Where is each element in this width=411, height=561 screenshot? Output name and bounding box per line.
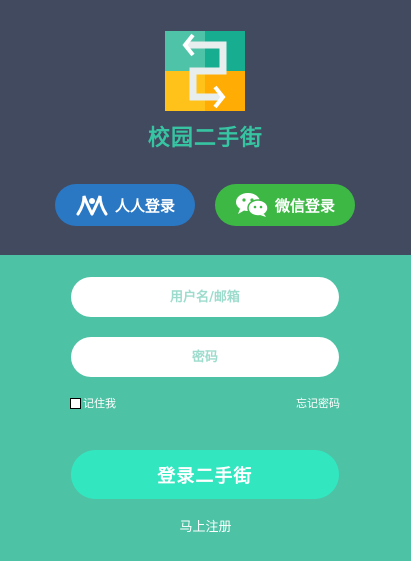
password-input[interactable]: [71, 337, 339, 377]
header-panel: 校园二手街 人人登录 微信登录: [0, 0, 411, 255]
renren-icon: [75, 194, 109, 216]
renren-login-button[interactable]: 人人登录: [55, 184, 195, 226]
remember-me-label: 记住我: [83, 397, 116, 410]
remember-me[interactable]: 记住我: [70, 395, 116, 411]
wechat-login-button[interactable]: 微信登录: [215, 184, 355, 226]
wechat-icon: [235, 192, 269, 218]
forgot-password-link[interactable]: 忘记密码: [296, 395, 340, 411]
wechat-login-label: 微信登录: [274, 196, 335, 215]
remember-me-checkbox[interactable]: [70, 397, 81, 409]
app-title: 校园二手街: [147, 125, 263, 151]
renren-login-label: 人人登录: [114, 196, 175, 215]
register-link[interactable]: 马上注册: [0, 516, 411, 535]
login-button[interactable]: 登录二手街: [71, 450, 339, 499]
username-input[interactable]: [71, 277, 339, 317]
login-page: 校园二手街 人人登录 微信登录 用户名/邮箱 记住我 忘记密码 登录二手街 马上…: [0, 0, 411, 561]
campus-secondhand-logo-icon: [165, 31, 245, 111]
